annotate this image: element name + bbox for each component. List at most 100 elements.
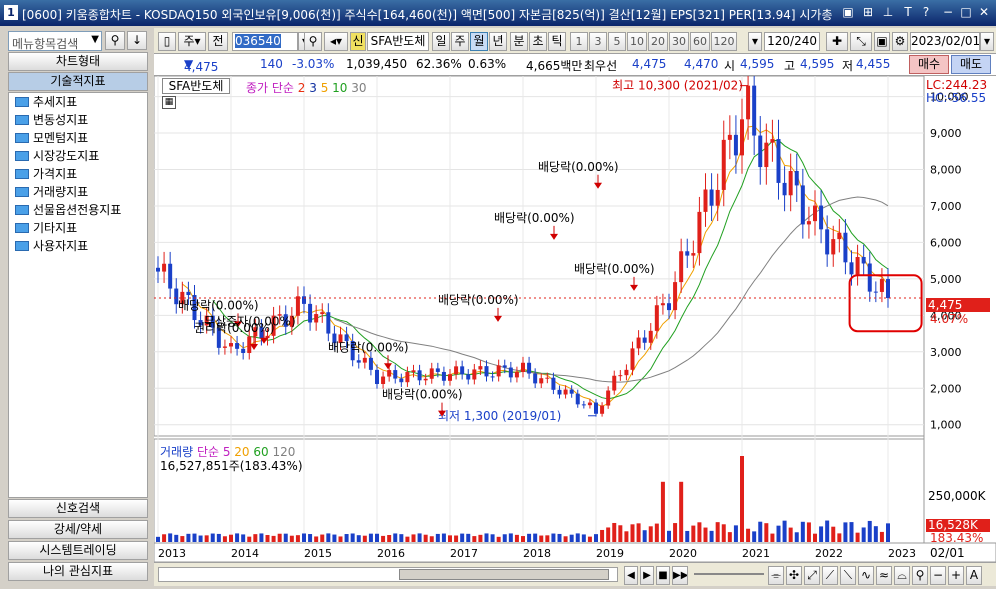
- chart-type-button[interactable]: 차트형태: [8, 52, 148, 71]
- volume-bar: [229, 534, 233, 542]
- settings-icon[interactable]: ⚙: [892, 32, 908, 51]
- search-icon[interactable]: ⚲: [304, 32, 322, 51]
- new-button[interactable]: 신: [350, 32, 366, 51]
- wave-icon[interactable]: ∿: [858, 566, 874, 585]
- volume-bar: [581, 534, 586, 542]
- line-up-icon[interactable]: ⟋: [822, 566, 838, 585]
- stock-tag[interactable]: SFA반도체: [162, 78, 230, 94]
- period-minute[interactable]: 분: [510, 32, 528, 51]
- count-input[interactable]: 120/240: [764, 32, 820, 51]
- cross-icon[interactable]: ✣: [786, 566, 802, 585]
- period-tick[interactable]: 틱: [548, 32, 566, 51]
- interval-20[interactable]: 20: [648, 32, 668, 51]
- sell-button[interactable]: 매도: [951, 55, 991, 74]
- volume-bar: [423, 534, 428, 542]
- text-icon[interactable]: T: [900, 5, 916, 20]
- strength-button[interactable]: 강세/약세: [8, 520, 148, 539]
- help-icon[interactable]: ?: [918, 5, 934, 20]
- scroll-left-icon[interactable]: ◀: [624, 566, 638, 585]
- interval-5[interactable]: 5: [608, 32, 626, 51]
- tree-item[interactable]: 사용자지표: [9, 237, 147, 255]
- arrows-icon[interactable]: ⤢: [804, 566, 820, 585]
- count-dropdown-icon[interactable]: ▾: [748, 32, 762, 51]
- date-input[interactable]: 2023/02/01: [910, 32, 980, 51]
- period-second[interactable]: 초: [529, 32, 547, 51]
- low-value: 4,455: [856, 57, 891, 71]
- restore-icon[interactable]: ▣: [840, 5, 856, 20]
- signal-search-button[interactable]: 신호검색: [8, 499, 148, 518]
- interval-1[interactable]: 1: [570, 32, 588, 51]
- download-icon[interactable]: ↓: [127, 31, 147, 50]
- interval-10[interactable]: 10: [627, 32, 647, 51]
- prev-button[interactable]: 전: [208, 32, 228, 51]
- interval-120[interactable]: 120: [711, 32, 737, 51]
- period-week[interactable]: 주: [451, 32, 469, 51]
- tree-item[interactable]: 거래량지표: [9, 183, 147, 201]
- dropdown-arrow-icon[interactable]: ▼: [91, 34, 99, 45]
- tree-item[interactable]: 가격지표: [9, 165, 147, 183]
- volume-bar: [606, 527, 611, 542]
- fast-forward-icon[interactable]: ▶▶: [672, 566, 688, 585]
- table-icon[interactable]: ▦: [162, 96, 176, 109]
- menu-search-input[interactable]: 메뉴항목검색 ▼: [8, 31, 102, 51]
- pattern-icon[interactable]: ⌯: [768, 566, 784, 585]
- period-select[interactable]: 주▾: [178, 32, 206, 51]
- price-chart[interactable]: 10,0009,0008,0007,0006,0005,0004,0003,00…: [153, 63, 996, 563]
- candle: [393, 370, 398, 379]
- zoom-in-icon[interactable]: +: [948, 566, 964, 585]
- stop-icon[interactable]: ■: [656, 566, 670, 585]
- volume-bar: [794, 532, 799, 542]
- volume-bar: [460, 533, 465, 542]
- candle: [770, 139, 775, 143]
- maximize-icon[interactable]: □: [958, 5, 974, 20]
- volume-bar: [697, 522, 702, 542]
- font-icon[interactable]: A: [966, 566, 982, 585]
- interval-3[interactable]: 3: [589, 32, 607, 51]
- zoom-out-icon[interactable]: −: [930, 566, 946, 585]
- tree-item[interactable]: 모멘텀지표: [9, 129, 147, 147]
- tree-item[interactable]: 선물옵션전용지표: [9, 201, 147, 219]
- my-indicators-button[interactable]: 나의 관심지표: [8, 562, 148, 581]
- grid-icon[interactable]: ⊞: [860, 5, 876, 20]
- wave2-icon[interactable]: ≈: [876, 566, 892, 585]
- stock-name[interactable]: SFA반도체: [367, 32, 429, 51]
- pin-icon[interactable]: ⊥: [880, 5, 896, 20]
- y-tick-label: 1,000: [930, 419, 962, 432]
- date-dropdown-icon[interactable]: ▾: [980, 32, 994, 51]
- period-day[interactable]: 일: [432, 32, 450, 51]
- tree-item[interactable]: 추세지표: [9, 93, 147, 111]
- scroll-thumb[interactable]: [399, 569, 609, 580]
- scroll-track[interactable]: [158, 567, 618, 582]
- add-icon[interactable]: ✚: [826, 32, 848, 51]
- tree-item[interactable]: 변동성지표: [9, 111, 147, 129]
- stock-code-input[interactable]: 036540: [232, 32, 298, 51]
- volume-bar: [484, 533, 489, 542]
- play-icon[interactable]: ▶: [640, 566, 654, 585]
- trend-icon[interactable]: ⤡: [850, 32, 872, 51]
- line-down-icon[interactable]: ⟍: [840, 566, 856, 585]
- open-label: 시: [724, 59, 736, 73]
- candle: [782, 182, 787, 196]
- speed-slider[interactable]: [694, 573, 764, 575]
- interval-30[interactable]: 30: [669, 32, 689, 51]
- sound-icon[interactable]: ◂▾: [324, 32, 348, 51]
- candle: [825, 229, 830, 255]
- tech-indicator-button[interactable]: 기술적지표: [8, 72, 148, 91]
- save-icon[interactable]: ▣: [874, 32, 890, 51]
- tree-item[interactable]: 시장강도지표: [9, 147, 147, 165]
- interval-60[interactable]: 60: [690, 32, 710, 51]
- shape-icon[interactable]: ⌓: [894, 566, 910, 585]
- volume-bar: [703, 527, 708, 542]
- tree-item[interactable]: 기타지표: [9, 219, 147, 237]
- chart-area[interactable]: 10,000 9,000 8,000 7,000 6,000 5,000 4,000 3,00…: [153, 63, 996, 563]
- buy-button[interactable]: 매수: [909, 55, 949, 74]
- layout-icon[interactable]: ▯: [158, 32, 176, 51]
- zoom-icon[interactable]: ⚲: [912, 566, 928, 585]
- period-year[interactable]: 년: [489, 32, 507, 51]
- search-icon[interactable]: ⚲: [105, 31, 125, 50]
- period-month[interactable]: 월: [470, 32, 488, 51]
- close-icon[interactable]: ✕: [976, 5, 992, 20]
- system-trading-button[interactable]: 시스템트레이딩: [8, 541, 148, 560]
- volume-bar: [849, 522, 854, 542]
- minimize-icon[interactable]: −: [940, 5, 956, 20]
